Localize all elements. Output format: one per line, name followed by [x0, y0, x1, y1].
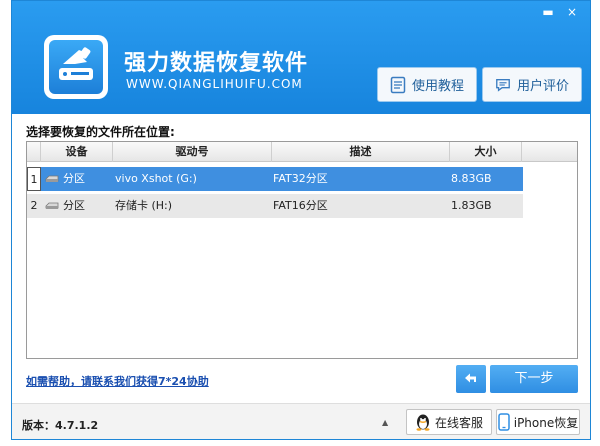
user-review-button[interactable]: 用户评价: [482, 67, 582, 102]
app-title: 强力数据恢复软件: [124, 51, 309, 76]
disk-icon: [45, 202, 59, 209]
size-cell: 8.83GB: [451, 172, 492, 185]
tutorial-label: 使用教程: [411, 79, 464, 94]
footer-bar: 版本：4.7.1.2 ▲ 在线客服 iPhone恢复: [12, 403, 590, 439]
close-button[interactable]: ×: [564, 5, 580, 19]
user-review-label: 用户评价: [516, 79, 569, 94]
comment-icon: [496, 78, 510, 92]
description-cell: FAT32分区: [273, 172, 328, 185]
phone-icon: [497, 413, 510, 431]
row-index: 2: [30, 199, 38, 212]
row-index: 1: [27, 167, 41, 191]
drive-cell: vivo Xshot (G:): [115, 172, 197, 185]
table-row[interactable]: 2 分区 存储卡 (H:) FAT16分区 1.83GB: [27, 194, 523, 218]
online-service-button[interactable]: 在线客服: [406, 409, 492, 435]
index-column-header: [27, 142, 41, 162]
app-window: ▬ × 强力数据恢复软件 WWW.QIANGLIHUIFU.COM 使用教程 用…: [11, 0, 591, 440]
app-logo: [44, 35, 108, 99]
back-arrow-icon: [465, 373, 476, 383]
description-cell: FAT16分区: [273, 199, 328, 212]
location-prompt: 选择要恢复的文件所在位置:: [26, 125, 175, 139]
next-step-button[interactable]: 下一步: [490, 365, 578, 393]
minimize-button[interactable]: ▬: [540, 5, 556, 19]
disk-icon: [45, 175, 59, 182]
iphone-recovery-label: iPhone恢复: [513, 415, 579, 430]
device-cell: 分区: [45, 167, 113, 191]
description-column-header[interactable]: 描述: [272, 142, 450, 162]
table-row[interactable]: 1 分区 vivo Xshot (G:) FAT32分区 8.83GB: [27, 167, 523, 191]
online-service-label: 在线客服: [434, 415, 483, 430]
drive-column-header[interactable]: 驱动号: [113, 142, 272, 162]
table-header: 设备 驱动号 描述 大小: [27, 142, 577, 162]
drive-cell: 存储卡 (H:): [115, 199, 173, 212]
qq-penguin-icon: [416, 414, 430, 431]
app-website: WWW.QIANGLIHUIFU.COM: [126, 77, 303, 91]
version-label: 版本：4.7.1.2: [22, 419, 99, 432]
caret-icon: ▲: [382, 418, 389, 427]
size-cell: 1.83GB: [451, 199, 492, 212]
device-cell: 分区: [45, 194, 113, 218]
device-name: 分区: [63, 199, 85, 212]
hard-drive-icon: [49, 40, 103, 94]
header-banner: ▬ × 强力数据恢复软件 WWW.QIANGLIHUIFU.COM 使用教程 用…: [12, 1, 590, 114]
partition-table: 设备 驱动号 描述 大小 1 分区 vivo Xshot (G:) FAT32分…: [26, 141, 578, 359]
size-column-header[interactable]: 大小: [450, 142, 522, 162]
device-column-header[interactable]: 设备: [41, 142, 113, 162]
iphone-recovery-button[interactable]: iPhone恢复: [496, 409, 580, 435]
device-name: 分区: [63, 172, 85, 185]
help-link[interactable]: 如需帮助，请联系我们获得7*24协助: [26, 373, 209, 389]
back-button[interactable]: [456, 365, 486, 393]
tutorial-button[interactable]: 使用教程: [377, 67, 477, 102]
document-icon: [390, 76, 406, 93]
